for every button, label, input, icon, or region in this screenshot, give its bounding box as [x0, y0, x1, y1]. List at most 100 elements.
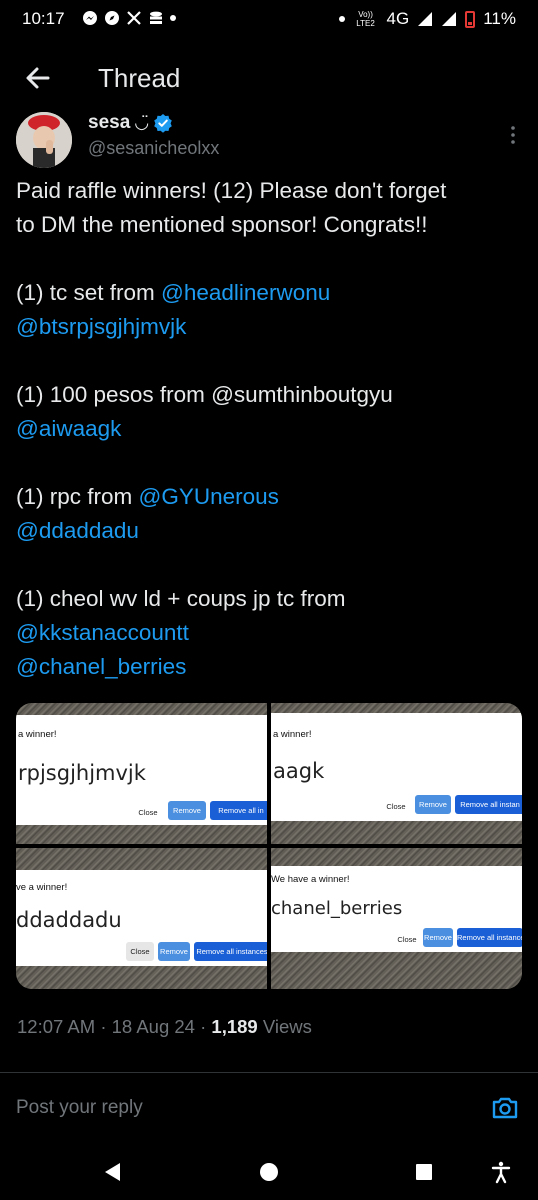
tweet-line: (1) cheol wv ld + coups jp tc from — [16, 582, 522, 616]
nav-back-icon[interactable] — [98, 1157, 128, 1187]
accessibility-icon[interactable] — [486, 1157, 516, 1187]
remove-all-button: Remove all in — [210, 801, 267, 820]
stack-icon — [150, 11, 162, 24]
tweet-line-text: (1) cheol wv ld + coups jp tc from — [16, 586, 346, 611]
dialog-title: ve a winner! — [16, 882, 68, 893]
compass-icon — [105, 11, 119, 25]
winner-dialog: a winner! rpjsgjhjmvjk Close Remove Remo… — [16, 715, 267, 825]
system-nav-bar — [0, 1145, 538, 1200]
tweet-line: (1) rpc from @GYUnerous — [16, 480, 522, 514]
mention-link[interactable]: @headlinerwonu — [161, 280, 330, 305]
tweet-line-text: (1) rpc from — [16, 484, 139, 509]
remove-button: Remove — [158, 942, 190, 961]
winner-name: chanel_berries — [271, 898, 403, 919]
verified-badge-icon — [154, 114, 172, 133]
mention-link[interactable]: @GYUnerous — [139, 484, 279, 509]
avatar[interactable] — [16, 112, 72, 168]
winner-name: rpjsgjhjmvjk — [18, 761, 146, 785]
remove-all-button: Remove all instance — [457, 928, 522, 947]
winner-dialog: We have a winner! × chanel_berries Close… — [271, 866, 522, 952]
status-time: 10:17 — [22, 9, 65, 28]
volte-indicator: Vo)) LTE2 — [356, 10, 375, 28]
tweet-line-text: (1) tc set from — [16, 280, 162, 305]
tweet-line: (1) 100 pesos from @sumthinboutgyu — [16, 378, 522, 412]
tweet-line: to DM the mentioned sponsor! Congrats!! — [16, 208, 522, 242]
views-label: Views — [262, 1016, 312, 1037]
remove-all-button: Remove all instan — [455, 795, 522, 814]
author-name-emoji: ◡̈ — [134, 113, 150, 132]
winner-dialog: a winner! aagk Close Remove Remove all i… — [271, 713, 522, 821]
battery-icon — [465, 10, 476, 28]
author-name-row: sesa ◡̈ — [88, 112, 173, 134]
author-handle[interactable]: @sesanicheolxx — [88, 138, 219, 159]
messenger-icon — [83, 11, 97, 25]
tweet-line-text: (1) 100 pesos from @sumthinboutgyu — [16, 382, 393, 407]
x-logo-icon — [127, 11, 141, 25]
mention-link[interactable]: @kkstanaccountt — [16, 620, 189, 645]
tweet-line: @chanel_berries — [16, 650, 522, 684]
tweet-meta: 12:07 AM · 18 Aug 24 · 1,189 Views — [17, 1016, 312, 1038]
tweet-author: sesa ◡̈ @sesanicheolxx — [16, 112, 522, 168]
network-type: 4G — [386, 9, 410, 28]
tweet-date: 18 Aug 24 — [111, 1016, 195, 1037]
winner-dialog: ve a winner! ddaddadu Close Remove Remov… — [16, 870, 267, 966]
tweet-time: 12:07 AM — [17, 1016, 96, 1037]
tweet-line: @btsrpjsgjhjmvjk — [16, 310, 522, 344]
mention-link[interactable]: @btsrpjsgjhjmvjk — [16, 314, 186, 339]
avatar-image — [16, 112, 72, 168]
media-image[interactable]: We have a winner! × chanel_berries Close… — [271, 848, 522, 989]
mention-link[interactable]: @chanel_berries — [16, 654, 186, 679]
tweet-line: @ddaddadu — [16, 514, 522, 548]
status-bar: 10:17 Vo)) LTE2 4G 11% — [0, 0, 538, 40]
more-notifications-dot — [170, 15, 176, 21]
nav-recents-icon[interactable] — [409, 1157, 439, 1187]
reply-bar: Post your reply — [0, 1073, 538, 1143]
close-button: Close — [126, 942, 154, 961]
close-button: Close — [138, 808, 158, 817]
notification-icons — [82, 10, 176, 26]
page-title: Thread — [98, 63, 181, 93]
back-arrow-icon[interactable] — [22, 62, 54, 94]
close-button: Close — [397, 935, 417, 944]
dialog-title: We have a winner! — [271, 874, 350, 885]
remove-button: Remove — [168, 801, 206, 820]
meta-separator: · — [200, 1016, 207, 1037]
tweet-line: (1) tc set from @headlinerwonu — [16, 276, 522, 310]
meta-separator: · — [100, 1016, 107, 1037]
media-image[interactable]: ve a winner! ddaddadu Close Remove Remov… — [16, 848, 267, 989]
tweet-line-text: Paid raffle winners! (12) Please don't f… — [16, 178, 447, 203]
tweet-text: Paid raffle winners! (12) Please don't f… — [16, 174, 522, 684]
winner-name: ddaddadu — [16, 908, 122, 932]
more-vertical-icon[interactable] — [506, 124, 520, 146]
views-count[interactable]: 1,189 — [211, 1016, 257, 1037]
tweet-line: Paid raffle winners! (12) Please don't f… — [16, 174, 522, 208]
dialog-title: a winner! — [273, 729, 312, 740]
nav-home-icon[interactable] — [254, 1157, 284, 1187]
signal-icon-2 — [442, 12, 457, 26]
thread-header: Thread — [0, 48, 538, 108]
signal-icon — [418, 12, 433, 26]
remove-button: Remove — [415, 795, 451, 814]
dialog-title: a winner! — [18, 729, 57, 740]
battery-percent: 11% — [483, 9, 516, 28]
media-grid: a winner! rpjsgjhjmvjk Close Remove Remo… — [16, 703, 522, 989]
remove-all-button: Remove all instances — [194, 942, 267, 961]
remove-button: Remove — [423, 928, 453, 947]
tweet-line: @aiwaagk — [16, 412, 522, 446]
status-dot — [338, 16, 345, 22]
reply-input[interactable]: Post your reply — [16, 1097, 143, 1119]
media-image[interactable]: a winner! rpjsgjhjmvjk Close Remove Remo… — [16, 703, 267, 844]
mention-link[interactable]: @ddaddadu — [16, 518, 139, 543]
tweet-line: @kkstanaccountt — [16, 616, 522, 650]
close-button: Close — [386, 802, 406, 811]
media-image[interactable]: a winner! aagk Close Remove Remove all i… — [271, 703, 522, 844]
author-name[interactable]: sesa — [88, 112, 130, 134]
mention-link[interactable]: @aiwaagk — [16, 416, 121, 441]
camera-icon[interactable] — [490, 1093, 520, 1123]
winner-name: aagk — [273, 759, 325, 783]
tweet-line-text: to DM the mentioned sponsor! Congrats!! — [16, 212, 428, 237]
